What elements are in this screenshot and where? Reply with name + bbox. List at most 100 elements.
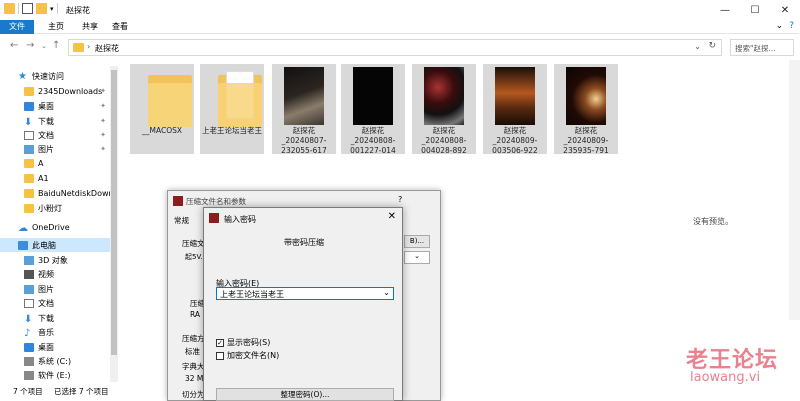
sidebar-item-xiaofendeng[interactable]: 小粉灯 (0, 201, 118, 215)
file-name: __MACOSX (141, 126, 182, 135)
sidebar-item-desktop[interactable]: 桌面 ✦ (0, 99, 118, 113)
video-icon (24, 269, 34, 279)
search-placeholder: 搜索"赵探... (735, 44, 776, 53)
sidebar-item-desktop-pc[interactable]: 桌面 (0, 340, 118, 354)
sidebar-item-music[interactable]: ♪ 音乐 (0, 325, 118, 339)
folder-icon (24, 173, 34, 183)
pictures-icon (24, 144, 34, 154)
file-name: 赵探花_20240807-232055-617 (281, 126, 327, 155)
tab-general[interactable]: 常规 (174, 215, 189, 226)
file-item[interactable]: 赵探花_20240809-235935-791 (554, 64, 618, 155)
pin-icon: ✦ (100, 145, 106, 153)
close-icon[interactable]: ✕ (388, 211, 396, 222)
sidebar-item-a[interactable]: A (0, 156, 118, 170)
document-icon (24, 298, 34, 308)
help-icon[interactable]: ? (398, 195, 402, 204)
folder-icon (4, 3, 15, 14)
checkbox-checked-icon: ✓ (216, 338, 224, 347)
file-name: 赵探花_20240808-001227-014 (350, 126, 396, 155)
music-icon: ♪ (24, 327, 31, 339)
sidebar-item-downloads[interactable]: ⬇ 下载 ✦ (0, 114, 118, 128)
back-icon[interactable]: ← (10, 40, 18, 51)
refresh-icon[interactable]: ↻ (708, 41, 716, 51)
file-item[interactable]: 上老王论坛当老王 (200, 64, 264, 154)
sidebar-item-drive-c[interactable]: 系统 (C:) (0, 354, 118, 368)
video-thumbnail (566, 67, 606, 125)
preview-empty-text: 没有预览。 (693, 217, 733, 226)
encrypt-filenames-checkbox[interactable]: 加密文件名(N) (216, 350, 279, 361)
show-password-checkbox[interactable]: ✓ 显示密码(S) (216, 337, 270, 348)
selection-count: 已选择 7 个项目 (54, 387, 109, 396)
sidebar-item-quick-access[interactable]: ★ 快速访问 (0, 69, 118, 83)
sidebar-item-drive-e[interactable]: 软件 (E:) (0, 368, 118, 381)
address-bar[interactable]: › 赵探花 ⌄ ↻ (68, 39, 722, 56)
sidebar-item-pictures[interactable]: 图片 ✦ (0, 142, 118, 156)
browse-button[interactable]: B)... (404, 235, 430, 248)
chevron-right-icon[interactable]: › (87, 42, 90, 51)
sidebar-item-this-pc[interactable]: 此电脑 (0, 238, 118, 252)
compression-method-select[interactable]: 标准 (185, 346, 200, 357)
up-icon[interactable]: ↑ (52, 40, 60, 51)
watermark-url: laowang.vi (690, 370, 761, 385)
password-input[interactable]: 上老王论坛当老王 ⌄ (216, 287, 394, 300)
sidebar-item-documents-pc[interactable]: 文档 (0, 296, 118, 310)
folder-icon (24, 158, 34, 168)
minimize-button[interactable]: — (710, 0, 740, 20)
sidebar-item-2345downloads[interactable]: 2345Downloads ✦ (0, 84, 118, 98)
help-icon[interactable]: ? (789, 21, 794, 31)
update-mode-select[interactable]: ⌄ (404, 251, 430, 264)
file-item[interactable]: __MACOSX (130, 64, 194, 154)
expand-ribbon-icon[interactable]: ⌄ (776, 21, 784, 31)
new-folder-icon[interactable] (36, 3, 47, 14)
watermark: 老王论坛 laowang.vi (660, 342, 790, 387)
organize-passwords-button[interactable]: 整理密码(O)... (216, 388, 394, 401)
sidebar-item-onedrive[interactable]: ☁ OneDrive (0, 220, 118, 234)
ribbon: 文件 主页 共享 查看 ⌄ ? (0, 20, 800, 34)
file-item[interactable]: 赵探花_20240808-001227-014 (341, 64, 405, 155)
tab-file[interactable]: 文件 (0, 20, 34, 34)
recent-dropdown-icon[interactable]: ⌄ (41, 42, 47, 50)
tab-share[interactable]: 共享 (78, 20, 102, 34)
file-item[interactable]: 赵探花_20240809-003506-922 (483, 64, 547, 155)
chevron-down-icon[interactable]: ⌄ (694, 42, 701, 51)
video-thumbnail (284, 67, 324, 125)
close-button[interactable]: ✕ (770, 0, 800, 20)
video-thumbnail (353, 67, 393, 125)
file-item[interactable]: 赵探花_20240807-232055-617 (272, 64, 336, 155)
tab-home[interactable]: 主页 (44, 20, 68, 34)
sidebar-item-videos[interactable]: 视频 (0, 267, 118, 281)
download-icon: ⬇ (24, 116, 33, 128)
search-input[interactable]: 搜索"赵探... (730, 39, 794, 56)
archive-name-label: 压缩文 (182, 239, 205, 248)
title-bar: ▾ 赵探花 — ☐ ✕ (0, 0, 800, 20)
password-value: 上老王论坛当老王 (220, 290, 284, 299)
tab-view[interactable]: 查看 (108, 20, 132, 34)
cloud-icon: ☁ (18, 222, 28, 234)
divider (18, 3, 19, 14)
sidebar-item-documents[interactable]: 文档 ✦ (0, 128, 118, 142)
forward-icon[interactable]: → (26, 40, 34, 51)
sidebar-item-downloads-pc[interactable]: ⬇ 下载 (0, 311, 118, 325)
file-item[interactable]: 赵探花_20240808-004028-892 (412, 64, 476, 155)
preview-scrollbar[interactable] (789, 60, 800, 320)
maximize-button[interactable]: ☐ (740, 0, 770, 20)
window-title: 赵探花 (66, 6, 90, 15)
properties-icon[interactable] (22, 3, 33, 14)
file-name: 上老王论坛当老王 (202, 126, 262, 135)
breadcrumb[interactable]: 赵探花 (95, 43, 119, 54)
file-name: 赵探花_20240809-003506-922 (492, 126, 538, 155)
video-thumbnail (424, 67, 464, 125)
divider (56, 3, 58, 14)
chevron-down-icon[interactable]: ⌄ (383, 288, 390, 297)
sidebar-item-3d-objects[interactable]: 3D 对象 (0, 253, 118, 267)
sidebar-item-pictures-pc[interactable]: 图片 (0, 282, 118, 296)
3d-objects-icon (24, 255, 34, 265)
pictures-icon (24, 284, 34, 294)
customize-dropdown-icon[interactable]: ▾ (50, 5, 54, 13)
sidebar-scrollbar-thumb[interactable] (111, 70, 117, 355)
file-name: 赵探花_20240809-235935-791 (563, 126, 609, 155)
winrar-icon (173, 196, 183, 206)
sidebar-item-a1[interactable]: A1 (0, 171, 118, 185)
sidebar-item-baidunetdisk[interactable]: BaiduNetdiskDownlo (0, 186, 118, 200)
rar-radio[interactable]: RA (190, 310, 200, 319)
